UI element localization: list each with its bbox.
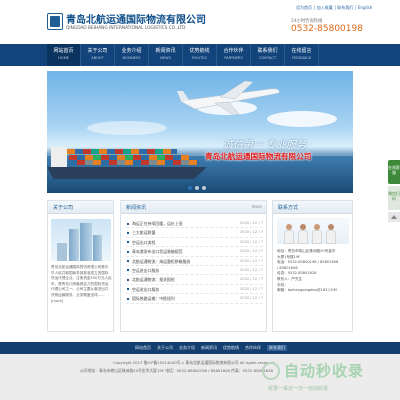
nav-item-partners[interactable]: 合作伙伴 PARTNERS xyxy=(217,44,251,66)
list-item[interactable]: 三大航运联盟 2020 / 12 / 7 xyxy=(126,228,263,238)
contact-panel: 联系方式 地址：青岛市崂山区株洲路20号金华 大厦1号楼19F 电话：0532-… xyxy=(272,200,353,332)
about-title: 关于公司 xyxy=(53,205,74,211)
news-panel: 新闻资讯 more 海运正在持续回暖，运价上涨 2020 / 12 / 7 三大航… xyxy=(120,200,267,332)
watermark-logo-icon xyxy=(262,362,280,380)
building-shape xyxy=(69,229,79,261)
watermark-subtext: 收录一来访一次一自动收录 xyxy=(268,386,329,392)
nav-item-business[interactable]: 业务介绍 BUSINESS xyxy=(115,44,149,66)
news-title: 新闻资讯 xyxy=(126,205,147,211)
containers-row xyxy=(67,149,177,154)
building-shape xyxy=(57,243,67,261)
containers-row xyxy=(69,160,199,165)
cloud-shape xyxy=(87,121,167,135)
site-header: 青岛北航运通国际物流有限公司 QINGDAO BEIHANG INTERNATI… xyxy=(0,0,400,44)
footer-link-active[interactable]: 联系我们 xyxy=(267,345,287,351)
airplane-icon xyxy=(177,80,280,116)
footer-link[interactable]: 关于公司 xyxy=(157,345,173,351)
ship-bridge xyxy=(51,147,67,167)
about-image[interactable] xyxy=(51,219,111,261)
company-name-en: QINGDAO BEIHANG INTERNATIONAL LOGISTICS … xyxy=(66,26,186,31)
hotline-number: 0532-85800198 xyxy=(291,24,363,34)
list-item[interactable]: 北航运通物流：报关报检 2020 / 12 / 7 xyxy=(126,275,263,285)
side-float-bar: 在线客服 微信扫码 xyxy=(388,160,400,222)
hero-banner[interactable]: 诚信第一 专业服务 青岛北航运通国际物流有限公司 xyxy=(47,71,353,193)
arrow-up-icon xyxy=(391,215,397,219)
banner-dot[interactable] xyxy=(195,186,199,190)
list-item[interactable]: 空运进出口服务 2020 / 12 / 7 xyxy=(126,266,263,276)
wechat-button[interactable]: 微信扫码 xyxy=(388,186,400,210)
footer-address: 公司地址：青岛市崂山区株洲路20号金华大厦19F 电话：0532-8580019… xyxy=(80,368,273,373)
customer-service-image xyxy=(277,218,349,244)
list-item[interactable]: 海运正在持续回暖，运价上涨 2020 / 12 / 7 xyxy=(126,219,263,229)
banner-dot[interactable] xyxy=(202,186,206,190)
about-text: 青岛北航运通国际物流有限公司是中华人民共和国商务部批准成立的国际货运代理企业，注… xyxy=(51,265,112,303)
nav-item-news[interactable]: 新闻资讯 NEWS xyxy=(149,44,183,66)
footer-link[interactable]: 网站首页 xyxy=(135,345,151,351)
about-panel: 关于公司 青岛北航运通国际物流有限公司是中华人民共和国商务部批准成立的国际货运代… xyxy=(47,200,114,332)
page: 青岛北航运通国际物流有限公司 QINGDAO BEIHANG INTERNATI… xyxy=(0,0,400,400)
top-links: 设为首页 | 加入收藏 | 联系我们 | English xyxy=(296,5,373,11)
back-to-top-button[interactable] xyxy=(388,212,400,222)
banner-dot[interactable] xyxy=(188,186,192,190)
nav-item-feedback[interactable]: 在线留言 FEEDBACK xyxy=(285,44,319,66)
nav-item-contact[interactable]: 联系我们 CONTACT xyxy=(251,44,285,66)
set-homepage-link[interactable]: 设为首页 xyxy=(296,5,312,11)
contact-us-link[interactable]: 联系我们 xyxy=(337,5,353,11)
banner-pager xyxy=(188,186,206,190)
news-more-link[interactable]: more xyxy=(252,204,262,209)
logo-icon[interactable] xyxy=(47,13,63,30)
banner-company-name: 青岛北航运通国际物流有限公司 xyxy=(205,152,312,161)
list-item[interactable]: 青岛港发布出口货运装箱规范 2020 / 12 / 7 xyxy=(126,247,263,257)
banner-tagline: 诚信第一 专业服务 xyxy=(223,140,307,151)
list-item[interactable]: 空运出口流程 2020 / 12 / 7 xyxy=(126,238,263,248)
list-item[interactable]: 北航运通物流：海运整柜拼箱服务 2020 / 12 / 7 xyxy=(126,257,263,266)
footer-link[interactable]: 新闻资讯 xyxy=(201,345,217,351)
add-favorite-link[interactable]: 加入收藏 xyxy=(317,5,333,11)
contact-email[interactable]: 邮箱：beihangqingdao@163.COM xyxy=(277,288,352,294)
contact-info: 地址：青岛市崂山区株洲路20号金华 大厦1号楼19F 电话：0532-85800… xyxy=(277,249,352,294)
list-item[interactable]: 空运进出口服务 2020 / 12 / 7 xyxy=(126,285,263,295)
watermark-text: 自动秒收录 xyxy=(284,362,365,380)
list-item[interactable]: 国际铁路运输：中欧班列 2020 / 12 / 7 xyxy=(126,294,263,304)
footer-nav: 网站首页 关于公司 业务介绍 新闻资讯 优势航线 合作伙伴 联系我们 xyxy=(0,342,400,354)
watermark: 自动秒收录 收录一来访一次一自动收录 xyxy=(262,358,388,398)
news-list: 海运正在持续回暖，运价上涨 2020 / 12 / 7 三大航运联盟 2020 / … xyxy=(126,219,263,304)
footer-link[interactable]: 优势航线 xyxy=(223,345,239,351)
building-shape xyxy=(80,223,92,261)
building-shape xyxy=(93,235,102,261)
english-link[interactable]: English xyxy=(358,5,372,10)
cargo-ship xyxy=(47,167,207,179)
online-service-button[interactable]: 在线客服 xyxy=(388,160,400,184)
footer-link[interactable]: 业务介绍 xyxy=(179,345,195,351)
main-nav: 网站首页 HOME 关于公司 ABOUT 业务介绍 BUSINESS 新闻资讯 NEWS… xyxy=(0,44,400,66)
copyright-text: Copyright 2017 鲁ICP备15014040号-1 青岛北航运通国际… xyxy=(113,360,275,365)
contact-title: 联系方式 xyxy=(278,205,299,211)
nav-item-about[interactable]: 关于公司 ABOUT xyxy=(81,44,115,66)
nav-item-home[interactable]: 网站首页 HOME xyxy=(47,44,81,66)
company-name-cn: 青岛北航运通国际物流有限公司 xyxy=(66,15,206,26)
nav-item-routes[interactable]: 优势航线 ROUTES xyxy=(183,44,217,66)
footer-link[interactable]: 合作伙伴 xyxy=(245,345,261,351)
